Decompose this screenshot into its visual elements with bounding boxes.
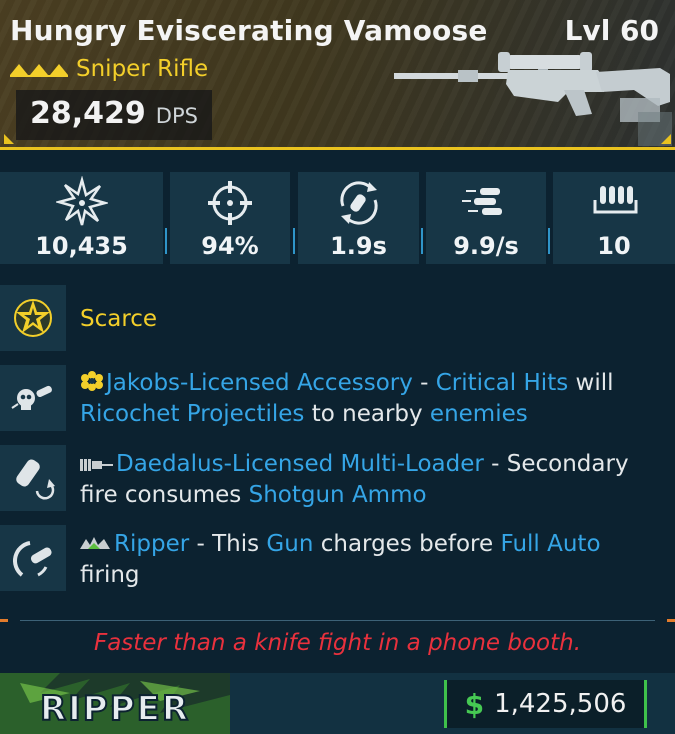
- magazine-size-icon: [593, 186, 638, 214]
- loader-icon-box: [0, 445, 66, 511]
- stat-fire-rate-value: 9.9/s: [453, 232, 519, 260]
- accessory-sep: -: [412, 370, 436, 396]
- weapon-card-header: Hungry Eviscerating Vamoose Lvl 60 Snipe…: [0, 0, 675, 150]
- ripper-text: firing: [80, 562, 140, 588]
- ripper-logo-text: RIPPER: [40, 689, 190, 729]
- divider-tick: [0, 619, 8, 622]
- rarity-icon-box: [0, 285, 66, 351]
- accessory-text: will: [568, 370, 614, 396]
- stat-accuracy-value: 94%: [201, 232, 259, 260]
- accuracy-crosshair-icon: [208, 181, 252, 225]
- stat-magazine: 10: [553, 172, 675, 264]
- accessory-perk: Jakobs-Licensed Accessory - Critical Hit…: [80, 368, 665, 430]
- rarity-label: Scarce: [80, 306, 158, 332]
- ripper-text: - This: [189, 531, 267, 557]
- divider-tick: [667, 619, 675, 622]
- rarity-perk: Scarce: [80, 304, 665, 335]
- shotgun-shell-swap-icon: [16, 459, 55, 500]
- corner-marker-icon: [4, 134, 14, 144]
- weapon-type: Sniper Rifle: [76, 56, 209, 82]
- skull-bullet-icon: [11, 385, 52, 410]
- daedalus-barrel-icon: [80, 459, 113, 471]
- ripper-text: charges before: [313, 531, 501, 557]
- accessory-keyword-critical: Critical Hits: [435, 370, 569, 396]
- ripper-keyword-full-auto: Full Auto: [500, 531, 601, 557]
- corner-marker-icon: [661, 134, 671, 144]
- dps-box: 28,429 DPS: [16, 90, 212, 140]
- accessory-text: to nearby: [304, 401, 430, 427]
- charge-shot-icon: [13, 541, 52, 577]
- stat-damage-value: 10,435: [35, 232, 128, 260]
- accessory-icon-box: [0, 365, 66, 431]
- stat-magazine-value: 10: [597, 232, 631, 260]
- stat-fire-rate: 9.9/s: [426, 172, 546, 264]
- price-box: $ 1,425,506: [444, 680, 647, 728]
- stat-damage: 10,435: [0, 172, 163, 264]
- stat-separator: [165, 228, 167, 254]
- stat-separator: [421, 228, 423, 254]
- damage-burst-icon: [55, 176, 108, 226]
- stat-reload-value: 1.9s: [330, 232, 387, 260]
- loader-title: Daedalus-Licensed Multi-Loader: [116, 451, 484, 477]
- dps-value: 28,429: [30, 96, 146, 131]
- accessory-title: Jakobs-Licensed Accessory: [106, 370, 413, 396]
- weapon-stats-row: 10,435 94% 1.9s 9.9/s 10: [0, 172, 675, 264]
- sniper-rifle-silhouette-icon: [394, 52, 672, 146]
- ripper-title: Ripper: [114, 531, 190, 557]
- ripper-logo-icon: [80, 537, 110, 549]
- flavor-text: Faster than a knife fight in a phone boo…: [93, 630, 582, 656]
- reload-icon: [339, 181, 378, 225]
- dps-label: DPS: [155, 104, 198, 128]
- ripper-keyword-gun: Gun: [266, 531, 314, 557]
- stat-separator: [548, 228, 550, 254]
- currency-icon: $: [464, 687, 485, 721]
- price-value: 1,425,506: [494, 689, 627, 719]
- ripper-icon-box: [0, 525, 66, 591]
- flavor-divider: [20, 620, 655, 621]
- star-badge-icon: [14, 299, 52, 337]
- accessory-keyword-ricochet: Ricochet Projectiles: [80, 401, 305, 427]
- ripper-perk: Ripper - This Gun charges before Full Au…: [80, 529, 665, 591]
- stat-accuracy: 94%: [170, 172, 290, 264]
- jakobs-flower-icon: [81, 371, 103, 391]
- weapon-type-row: Sniper Rifle: [10, 56, 208, 82]
- loader-perk: Daedalus-Licensed Multi-Loader - Seconda…: [80, 449, 665, 511]
- loader-keyword-shotgun-ammo: Shotgun Ammo: [248, 482, 427, 508]
- ripper-manufacturer-logo: RIPPER: [0, 673, 230, 734]
- accessory-keyword-enemies: enemies: [429, 401, 528, 427]
- stat-separator: [293, 228, 295, 254]
- rarity-chevron-icon: [10, 64, 68, 77]
- fire-rate-bullets-icon: [462, 188, 502, 215]
- stat-reload: 1.9s: [298, 172, 419, 264]
